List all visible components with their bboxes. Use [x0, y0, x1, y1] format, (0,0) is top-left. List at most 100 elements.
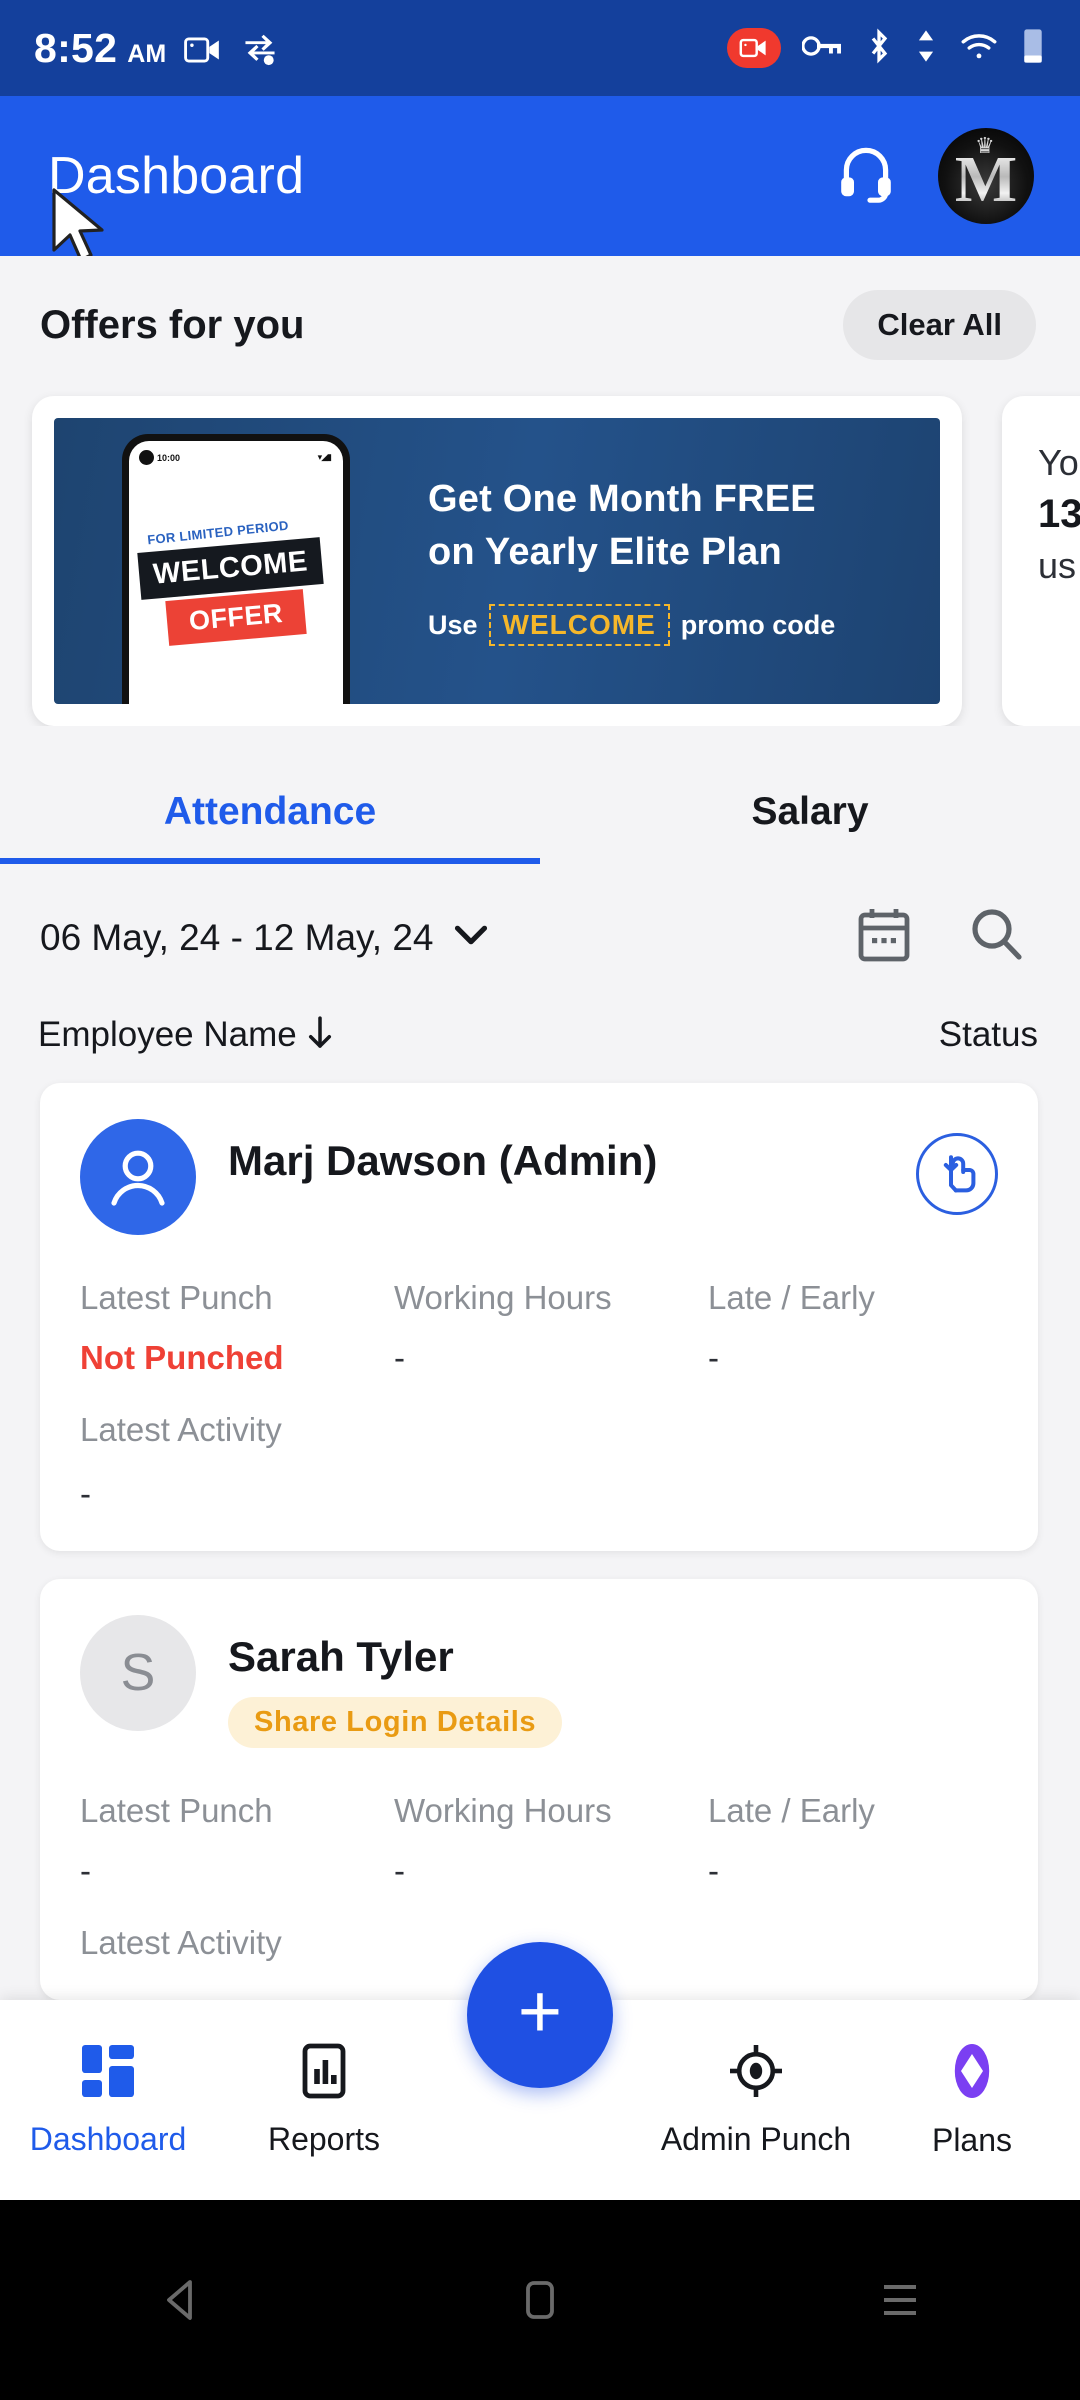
status-bar-right: [727, 27, 1046, 70]
nav-item-plans[interactable]: Plans: [864, 2042, 1080, 2159]
offer-sticker-label: OFFER: [165, 589, 307, 646]
offer-card-next[interactable]: Yo 13 us: [1002, 396, 1080, 726]
stat-label: Working Hours: [394, 1792, 612, 1829]
employee-card-header: Marj Dawson (Admin): [80, 1119, 998, 1235]
employee-name-sort[interactable]: Employee Name: [38, 1015, 333, 1055]
android-navigation-bar: [0, 2200, 1080, 2400]
stat-working-hours: Working Hours -: [394, 1792, 708, 1890]
column-header-employee-name: Employee Name: [38, 1015, 297, 1054]
stat-latest-activity-value: -: [80, 1475, 91, 1512]
phone-mockup-icon: 10:00 ▾◢▮ FOR LIMITED PERIOD WELCOME OFF…: [122, 434, 350, 704]
offer-banner-text: Get One Month FREE on Yearly Elite Plan …: [414, 418, 940, 704]
add-button-fab[interactable]: +: [467, 1942, 613, 2088]
app-bar: Dashboard ♛ M: [0, 96, 1080, 262]
avatar: S: [80, 1615, 196, 1731]
stat-value: -: [394, 1852, 405, 1889]
stat-label: Late / Early: [708, 1279, 875, 1316]
filter-row: 06 May, 24 - 12 May, 24: [0, 864, 1080, 969]
clear-all-button[interactable]: Clear All: [843, 290, 1036, 360]
status-ampm: AM: [127, 39, 167, 68]
stat-label: Latest Punch: [80, 1792, 273, 1829]
battery-icon: [1020, 27, 1046, 70]
offer-banner: 10:00 ▾◢▮ FOR LIMITED PERIOD WELCOME OFF…: [54, 418, 940, 704]
stat-label: Latest Punch: [80, 1279, 273, 1316]
nav-item-dashboard[interactable]: Dashboard: [0, 2043, 216, 2158]
mock-phone-time: 10:00: [157, 452, 181, 463]
nav-item-admin-punch[interactable]: Admin Punch: [648, 2043, 864, 2158]
stat-latest-punch: Latest Punch Not Punched: [80, 1279, 394, 1377]
home-square-icon[interactable]: [460, 2276, 620, 2324]
offer-headline-line2: on Yearly Elite Plan: [428, 531, 782, 573]
stat-late-early: Late / Early -: [708, 1279, 998, 1377]
avatar-letter: M: [954, 143, 1018, 216]
offer-card[interactable]: 10:00 ▾◢▮ FOR LIMITED PERIOD WELCOME OFF…: [32, 396, 962, 726]
status-bar: 8:52 AM: [0, 0, 1080, 96]
admin-punch-target-icon: [728, 2043, 784, 2107]
offer-next-line1: Yo: [1038, 442, 1079, 483]
nav-label: Admin Punch: [660, 2120, 852, 2157]
dashboard-grid-icon: [80, 2043, 136, 2107]
employee-name: Sarah Tyler: [228, 1633, 454, 1680]
wifi-icon: [959, 31, 999, 66]
offer-headline-line1: Get One Month FREE: [428, 477, 816, 520]
employee-card[interactable]: S Sarah Tyler Share Login Details Latest…: [40, 1579, 1038, 2000]
tab-salary[interactable]: Salary: [540, 768, 1080, 864]
employee-card[interactable]: Marj Dawson (Admin) Latest Punch Not Pun…: [40, 1083, 1038, 1551]
calendar-icon[interactable]: [856, 906, 912, 969]
reports-chart-icon: [297, 2043, 351, 2107]
offers-header: Offers for you Clear All: [0, 256, 1080, 360]
recording-badge-icon: [727, 28, 781, 68]
punch-in-icon[interactable]: [916, 1133, 998, 1215]
employee-name: Marj Dawson (Admin): [228, 1137, 658, 1184]
stat-working-hours: Working Hours -: [394, 1279, 708, 1377]
employee-stats: Latest Punch - Working Hours - Late / Ea…: [80, 1792, 998, 1890]
screen-record-icon: [184, 35, 222, 70]
stat-late-early: Late / Early -: [708, 1792, 998, 1890]
date-range-selector[interactable]: 06 May, 24 - 12 May, 24: [40, 917, 488, 959]
nav-label: Dashboard: [29, 2120, 187, 2157]
data-transfer-icon: [914, 29, 938, 68]
stat-latest-punch: Latest Punch -: [80, 1792, 394, 1890]
stat-value: -: [394, 1339, 405, 1376]
offer-next-line3: us: [1038, 545, 1077, 586]
bottom-nav-wrapper: Dashboard Reports Admin Punch Plans +: [0, 1942, 1080, 2200]
employee-stats: Latest Punch Not Punched Working Hours -…: [80, 1279, 998, 1377]
stat-value: Not Punched: [80, 1339, 284, 1376]
nav-label: Reports: [267, 2120, 381, 2157]
promo-code-chip[interactable]: WELCOME: [488, 604, 670, 647]
app-bar-actions: ♛ M: [836, 128, 1034, 224]
stat-value: -: [708, 1339, 719, 1376]
status-left-icon-group: [184, 34, 278, 71]
search-icon[interactable]: [968, 906, 1024, 969]
tab-bar: Attendance Salary: [0, 768, 1080, 864]
sort-down-arrow-icon: [307, 1015, 333, 1055]
bluetooth-icon: [865, 28, 893, 69]
stat-latest-activity-label: Latest Activity: [80, 1411, 282, 1448]
stat-value: -: [80, 1852, 91, 1889]
headset-icon[interactable]: [836, 143, 896, 210]
promo-code-row: Use WELCOME promo code: [428, 604, 940, 647]
stat-value: -: [708, 1852, 719, 1889]
back-triangle-icon[interactable]: [100, 2276, 260, 2324]
status-bar-left: 8:52 AM: [34, 25, 278, 72]
avatar[interactable]: ♛ M: [938, 128, 1034, 224]
stat-label: Working Hours: [394, 1279, 612, 1316]
promo-use-label: Use: [428, 609, 478, 640]
vpn-data-icon: [242, 34, 278, 71]
plus-icon: +: [517, 1969, 563, 2054]
mock-phone-signal-icon: ▾◢▮: [317, 452, 332, 462]
offers-title: Offers for you: [40, 302, 305, 347]
filter-actions: [856, 906, 1024, 969]
promo-code-suffix: promo code: [680, 609, 836, 640]
recents-lines-icon[interactable]: [820, 2279, 980, 2321]
plans-sparkle-icon: [944, 2042, 1000, 2108]
page-title: Dashboard: [48, 147, 305, 205]
share-login-details-badge[interactable]: Share Login Details: [228, 1697, 563, 1748]
nav-item-reports[interactable]: Reports: [216, 2043, 432, 2158]
column-header-status: Status: [938, 1015, 1038, 1054]
employee-card-header: S Sarah Tyler Share Login Details: [80, 1615, 998, 1748]
vpn-key-icon: [801, 33, 844, 64]
offer-banner-illustration: 10:00 ▾◢▮ FOR LIMITED PERIOD WELCOME OFF…: [54, 418, 414, 704]
offers-carousel[interactable]: 10:00 ▾◢▮ FOR LIMITED PERIOD WELCOME OFF…: [0, 360, 1080, 726]
tab-attendance[interactable]: Attendance: [0, 768, 540, 864]
